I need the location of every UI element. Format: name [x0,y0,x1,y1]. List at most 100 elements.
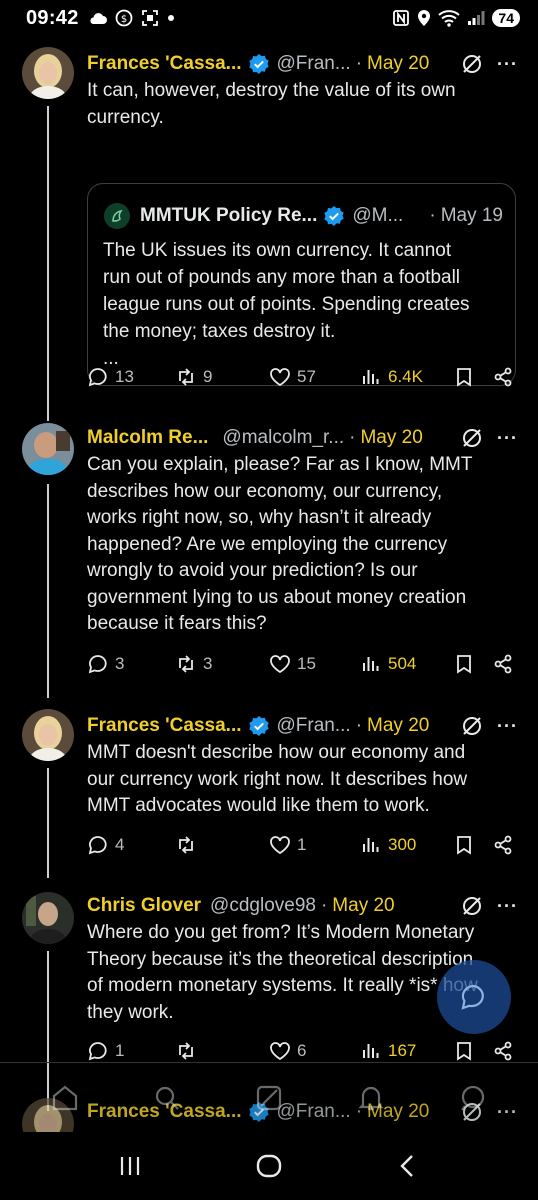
verified-badge-icon[interactable] [248,53,270,75]
quote-text-line: the money; taxes destroy it. [103,321,336,342]
messages-icon[interactable] [457,1082,489,1114]
tweet-date[interactable]: May 20 [360,427,422,449]
more-options-icon[interactable]: ··· [497,54,518,75]
share-button[interactable] [492,366,514,388]
avatar[interactable] [22,47,74,99]
handle[interactable]: @Fran... [277,715,351,737]
home-icon[interactable] [49,1082,81,1114]
like-button[interactable]: 15 [269,653,316,675]
reply-button[interactable]: 3 [87,653,124,675]
bookmark-button[interactable] [453,366,475,388]
search-icon[interactable] [151,1082,183,1114]
repost-button[interactable]: 9 [175,366,212,388]
avatar[interactable] [22,709,74,761]
share-button[interactable] [492,1040,514,1062]
more-options-icon[interactable]: ··· [497,428,518,449]
separator: · [429,205,436,226]
handle[interactable]: @cdglove98 [210,895,316,917]
reply-compose-icon [461,984,484,1010]
repost-button[interactable] [175,834,203,856]
quoted-tweet[interactable]: MMTUK Policy Re... @M... · May 19 The UK… [87,183,516,386]
share-icon [494,367,512,387]
repost-button[interactable]: 3 [175,653,212,675]
quote-text-line: league runs out of points. Spending crea… [103,294,470,315]
tweet-text: MMT doesn't describe how our economy and… [87,740,516,820]
grok-icon[interactable] [461,895,483,917]
tweet-actions: 13 9 57 6.4K [87,366,517,394]
back-icon[interactable] [393,1151,423,1181]
handle[interactable]: @malcolm_r... [222,427,344,449]
more-options-icon[interactable]: ··· [497,716,518,737]
recent-apps-icon[interactable] [115,1151,145,1181]
tweet-actions: 4 1 300 [87,834,517,862]
tweet-text-line: because it fears this? [87,613,267,634]
tweet-date[interactable]: May 20 [367,53,429,75]
repost-icon [179,1042,193,1060]
like-button[interactable]: 1 [269,834,306,856]
display-name[interactable]: Frances 'Cassa... [87,715,242,737]
views-button[interactable]: 6.4K [360,366,423,388]
tweet[interactable]: Frances 'Cassa... @Fran... · May 20 ··· … [0,698,538,878]
dot-icon [167,15,174,21]
handle[interactable]: @Fran... [277,53,351,75]
view-count: 167 [388,1041,417,1060]
reply-count: 3 [115,654,125,673]
status-time: 09:42 [26,6,79,29]
home-button-icon[interactable] [254,1151,284,1181]
tweet-text-line: Where do you get from? It’s Modern Monet… [87,922,475,943]
repost-button[interactable] [175,1040,203,1062]
like-count: 6 [297,1041,307,1060]
tweet[interactable]: Frances 'Cassa... @Fran... · May 20 ··· … [0,36,538,421]
tweet-date[interactable]: May 20 [367,715,429,737]
avatar[interactable] [22,423,74,475]
tweet-header: Malcolm Re... @malcolm_r... · May 20 ··· [87,424,518,452]
reply-icon [88,655,107,674]
notifications-icon[interactable] [355,1082,387,1114]
compose-reply-button[interactable] [437,960,511,1034]
views-button[interactable]: 504 [360,653,416,675]
more-options-icon[interactable]: ··· [497,896,518,917]
like-button[interactable]: 6 [269,1040,306,1062]
display-name[interactable]: Chris Glover [87,895,201,917]
grok-tab-icon[interactable] [253,1082,285,1114]
views-button[interactable]: 300 [360,834,416,856]
like-button[interactable]: 57 [269,366,316,388]
avatar[interactable] [22,892,74,944]
grok-icon[interactable] [461,53,483,75]
share-button[interactable] [492,653,514,675]
display-name[interactable]: Frances 'Cassa... [87,53,242,75]
reply-icon [88,836,107,855]
tweet-text: Can you explain, please? Far as I know, … [87,452,516,638]
battery-indicator: 74 [492,9,520,27]
views-icon [363,657,379,671]
tweet-text-line: MMT doesn't describe how our economy and [87,742,466,763]
tweet-actions: 3 3 15 504 [87,653,517,681]
share-button[interactable] [492,834,514,856]
views-icon [363,1044,379,1058]
grok-icon[interactable] [461,715,483,737]
repost-count: 9 [203,367,213,386]
tweet[interactable]: Malcolm Re... @malcolm_r... · May 20 ···… [0,410,538,698]
reply-button[interactable]: 13 [87,366,134,388]
views-button[interactable]: 167 [360,1040,416,1062]
view-count: 6.4K [388,367,423,386]
wifi-icon [438,10,461,27]
bookmark-button[interactable] [453,1040,475,1062]
view-count: 300 [388,835,417,854]
mmtuk-logo-icon [112,209,123,222]
tweet-text-line: wrongly to avoid your prediction? Is our [87,560,418,581]
quote-handle: @M... [352,205,404,226]
reply-button[interactable]: 1 [87,1040,124,1062]
separator: · [355,53,363,74]
display-name[interactable]: Malcolm Re... [87,427,208,449]
tweet-text-line: works right now, so, why hasn’t it alrea… [87,507,432,528]
reply-button[interactable]: 4 [87,834,124,856]
quote-date: May 19 [440,205,503,226]
bookmark-button[interactable] [453,653,475,675]
tweet-date[interactable]: May 20 [332,895,394,917]
grok-icon[interactable] [461,427,483,449]
bookmark-button[interactable] [453,834,475,856]
repost-icon [179,368,193,386]
verified-badge-icon[interactable] [248,715,270,737]
cloud-icon [90,13,107,24]
